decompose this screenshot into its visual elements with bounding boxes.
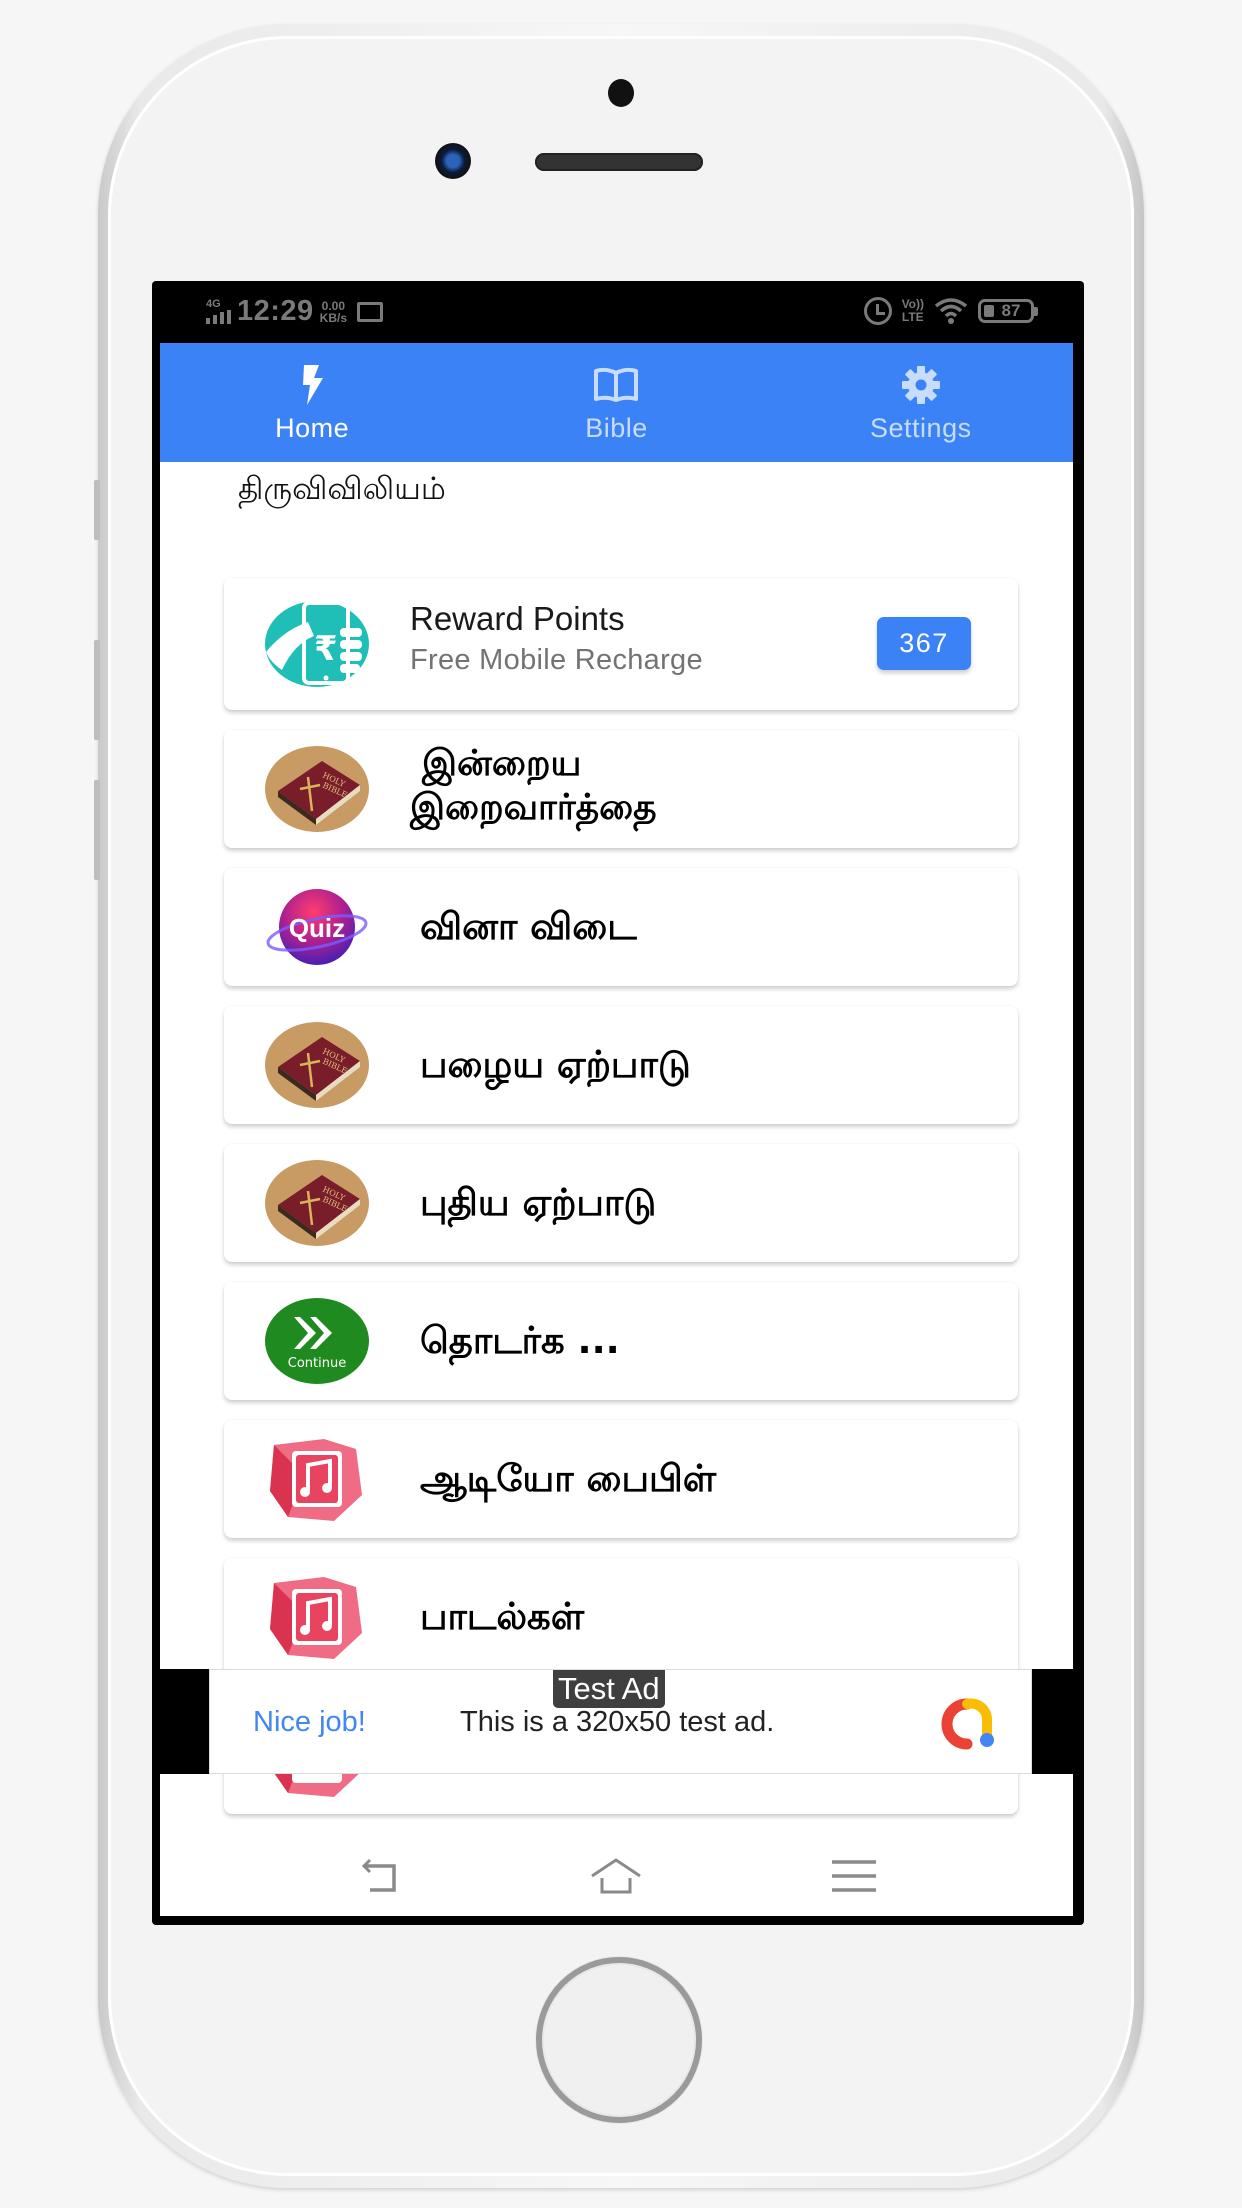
volte-icon: Vo)) LTE (902, 298, 924, 324)
front-camera (435, 143, 471, 179)
system-nav-bar (160, 1836, 1073, 1916)
tab-bible-label: Bible (585, 413, 648, 443)
reward-subtitle: Free Mobile Recharge (410, 644, 703, 676)
menu-item-label: புதிய ஏற்பாடு (420, 1181, 657, 1224)
earpiece-speaker (535, 153, 703, 171)
points-badge: 367 (877, 617, 971, 670)
menu-item-quiz[interactable]: Quiz வினா விடை (224, 868, 1018, 986)
signal-icon: 4G (206, 299, 231, 324)
tab-settings-label: Settings (870, 413, 972, 443)
ad-banner: Test Ad Nice job! This is a 320x50 test … (152, 1669, 1084, 1774)
holy-bible-icon: HOLY BIBLE (265, 1160, 369, 1246)
menu-item-label: பழைய ஏற்பாடு (420, 1043, 691, 1086)
menu-item-audio-bible[interactable]: ஆடியோ பைபிள் (224, 1420, 1018, 1538)
tab-bible[interactable]: Bible (464, 343, 768, 462)
speed-unit: KB/s (319, 310, 348, 325)
menu-item-songs[interactable]: பாடல்கள் (224, 1558, 1018, 1676)
tab-home[interactable]: Home (160, 343, 464, 462)
ad-content[interactable]: Test Ad Nice job! This is a 320x50 test … (209, 1669, 1032, 1774)
ad-cta-link[interactable]: Nice job! (253, 1706, 366, 1739)
ad-text: This is a 320x50 test ad. (460, 1706, 775, 1738)
back-icon[interactable] (356, 1856, 408, 1896)
svg-text:Quiz: Quiz (289, 913, 345, 943)
admob-logo-icon (941, 1698, 994, 1750)
mute-switch (94, 480, 100, 540)
status-bar: 4G 12:29 0.00 KB/s Vo)) LTE 87 (152, 281, 1084, 343)
speed-value: 0.00 (321, 298, 346, 313)
svg-text:₹: ₹ (314, 629, 338, 669)
page-title: திருவிவிலியம் (238, 471, 446, 507)
continue-icon-text: Continue (288, 1356, 346, 1371)
battery-icon: 87 (978, 299, 1038, 323)
network-speed: 0.00 KB/s (320, 300, 347, 324)
book-icon (594, 367, 639, 402)
phone-screen: 4G 12:29 0.00 KB/s Vo)) LTE 87 Home Bibl… (152, 281, 1084, 1925)
menu-item-label: ஆடியோ பைபிள் (420, 1457, 717, 1500)
top-tab-bar: Home Bible Settings (160, 343, 1073, 462)
home-icon[interactable] (590, 1856, 642, 1896)
clock: 12:29 (237, 295, 314, 327)
menu-item-new-testament[interactable]: HOLY BIBLE புதிய ஏற்பாடு (224, 1144, 1018, 1262)
alarm-icon (863, 297, 892, 325)
network-type: 4G (206, 298, 221, 310)
wifi-icon (934, 298, 968, 324)
holy-bible-icon: HOLY BIBLE (265, 1022, 369, 1108)
screen-cast-icon (357, 301, 384, 322)
mobile-recharge-icon: ₹ (265, 601, 369, 687)
continue-icon: Continue (265, 1298, 369, 1384)
reward-points-card[interactable]: ₹ Reward Points Free Mobile Recharge 367 (224, 578, 1018, 710)
music-icon (270, 1577, 362, 1659)
menu-item-label: வினா விடை (420, 905, 637, 948)
menu-item-old-testament[interactable]: HOLY BIBLE பழைய ஏற்பாடு (224, 1006, 1018, 1124)
menu-item-continue[interactable]: Continue தொடர்க ... (224, 1282, 1018, 1400)
menu-item-label: பாடல்கள் (420, 1595, 585, 1638)
menu-item-label: தொடர்க ... (420, 1319, 620, 1362)
menu-item-todays-word[interactable]: HOLY BIBLE இன்றைய இறைவார்த்தை (224, 730, 1018, 848)
proximity-sensor (608, 79, 634, 107)
menu-icon[interactable] (828, 1856, 880, 1896)
menu-item-label-line2: இறைவார்த்தை (410, 787, 657, 828)
battery-level: 87 (1001, 301, 1021, 320)
music-icon (270, 1439, 362, 1521)
lightning-icon (303, 365, 324, 405)
quiz-icon: Quiz (266, 889, 368, 965)
volume-down-button (94, 780, 100, 880)
volume-up-button (94, 640, 100, 740)
menu-list: ₹ Reward Points Free Mobile Recharge 367 (224, 578, 1018, 1814)
reward-title: Reward Points (410, 600, 625, 637)
test-ad-badge: Test Ad (553, 1670, 665, 1708)
phone-home-button[interactable] (536, 1957, 702, 2123)
holy-bible-icon: HOLY BIBLE (265, 746, 369, 832)
menu-item-label-line1: இன்றைய (422, 743, 582, 784)
tab-settings[interactable]: Settings (769, 343, 1073, 462)
gear-icon (901, 366, 940, 404)
tab-home-label: Home (275, 413, 350, 443)
volte-bottom: LTE (901, 310, 924, 324)
